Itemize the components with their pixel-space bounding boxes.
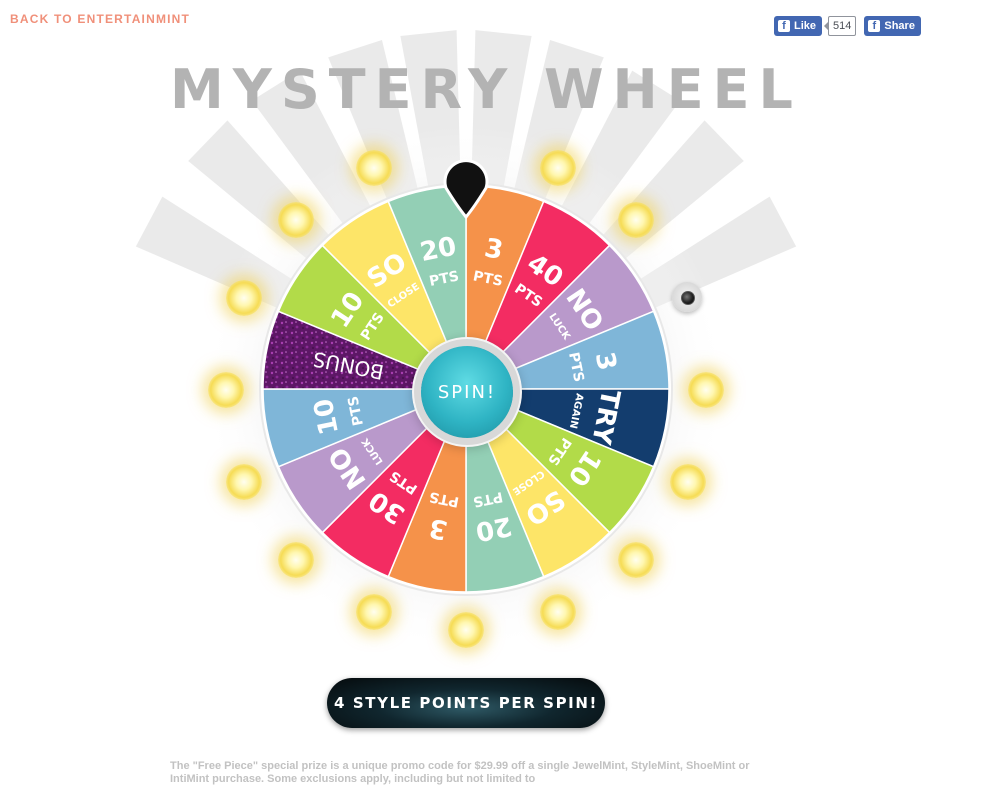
spin-button[interactable]: SPIN!: [421, 346, 513, 438]
prize-disclaimer-text: The "Free Piece" special prize is a uniq…: [170, 760, 750, 785]
points-per-spin-banner: 4 STYLE POINTS PER SPIN!: [327, 678, 605, 728]
